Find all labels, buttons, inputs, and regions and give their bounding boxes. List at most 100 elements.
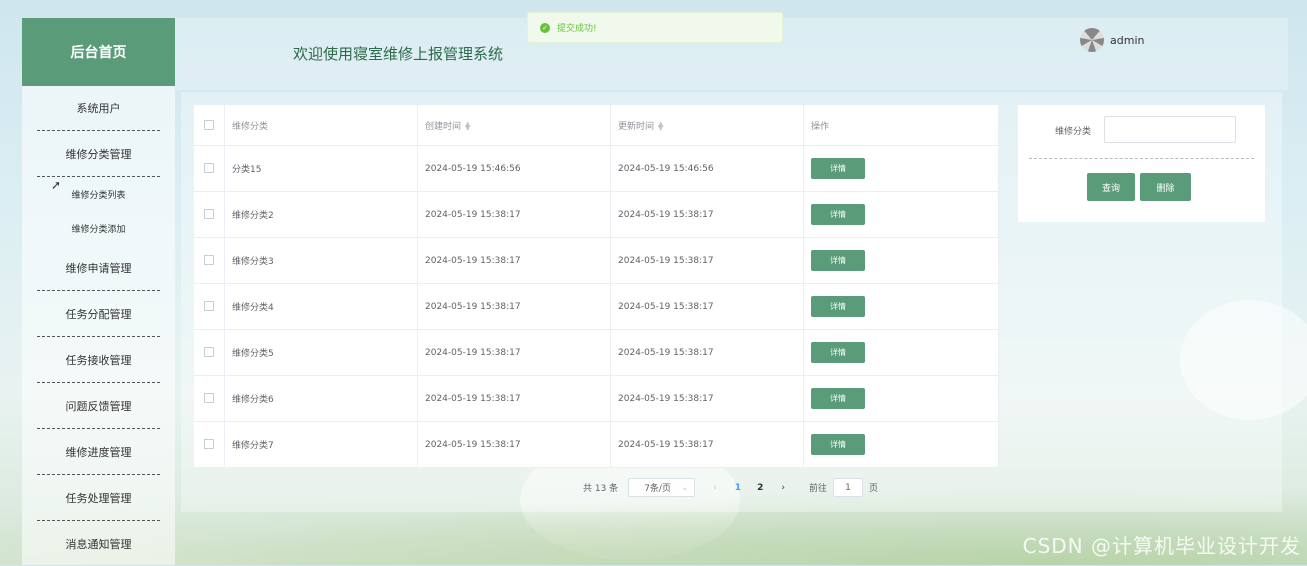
- table-header-row: 维修分类 创建时间 ▲ ▼ 更新时间 ▲ ▼ 操作: [194, 105, 999, 146]
- sidebar: 后台首页 系统用户 维修分类管理 维修分类列表 维修分类添加 维修申请管理 任务…: [22, 18, 175, 565]
- column-header-updated[interactable]: 更新时间 ▲ ▼: [610, 105, 804, 146]
- username[interactable]: admin: [1110, 34, 1144, 47]
- query-button[interactable]: 查询: [1087, 173, 1135, 201]
- cell-updated: 2024-05-19 15:38:17: [610, 375, 804, 422]
- chevron-down-icon: ⌄: [681, 483, 689, 492]
- sidebar-item-task-handle[interactable]: 任务处理管理: [37, 475, 160, 521]
- sidebar-item-task-receive[interactable]: 任务接收管理: [37, 337, 160, 383]
- select-all-checkbox[interactable]: [204, 119, 214, 130]
- cell-created: 2024-05-19 15:38:17: [417, 237, 611, 284]
- sort-icon[interactable]: ▲ ▼: [465, 121, 470, 132]
- cell-updated: 2024-05-19 15:38:17: [610, 421, 804, 468]
- category-table: 维修分类 创建时间 ▲ ▼ 更新时间 ▲ ▼ 操作 分类15 2024-05-19 15…: [194, 105, 999, 468]
- cell-action: 详情: [803, 145, 999, 192]
- row-check-cell: [194, 145, 225, 192]
- cell-created: 2024-05-19 15:38:17: [417, 421, 611, 468]
- sidebar-item-repair-category[interactable]: 维修分类管理: [37, 131, 160, 177]
- row-checkbox[interactable]: [204, 439, 214, 450]
- delete-button[interactable]: 删除: [1140, 173, 1191, 201]
- cell-category: 分类15: [224, 145, 418, 192]
- cell-created: 2024-05-19 15:38:17: [417, 191, 611, 238]
- cell-created: 2024-05-19 15:38:17: [417, 375, 611, 422]
- page-title: 欢迎使用寝室维修上报管理系统: [293, 45, 504, 63]
- mouse-cursor-icon: ➚: [51, 178, 62, 192]
- detail-button[interactable]: 详情: [811, 434, 865, 455]
- goto-page-input[interactable]: 1: [832, 478, 863, 497]
- toast-message: 提交成功!: [557, 24, 597, 34]
- cell-updated: 2024-05-19 15:38:17: [610, 283, 804, 330]
- row-checkbox[interactable]: [204, 209, 214, 220]
- next-page-icon[interactable]: ›: [781, 483, 785, 493]
- column-header-label: 更新时间: [618, 121, 655, 132]
- brand-home-link[interactable]: 后台首页: [22, 18, 175, 86]
- search-panel: 维修分类 查询 删除: [1018, 105, 1265, 222]
- goto-suffix: 页: [868, 484, 878, 494]
- sidebar-item-feedback[interactable]: 问题反馈管理: [37, 383, 160, 429]
- cell-updated: 2024-05-19 15:38:17: [610, 329, 804, 376]
- sidebar-item-notifications[interactable]: 消息通知管理: [37, 521, 160, 566]
- sidebar-item-repair-request[interactable]: 维修申请管理: [37, 245, 160, 291]
- sidebar-item-task-assign[interactable]: 任务分配管理: [37, 291, 160, 337]
- cell-created: 2024-05-19 15:46:56: [417, 145, 611, 192]
- cell-updated: 2024-05-19 15:46:56: [610, 145, 804, 192]
- row-checkbox[interactable]: [204, 393, 214, 404]
- prev-page-icon[interactable]: ‹: [713, 483, 717, 493]
- sidebar-item-system-users[interactable]: 系统用户: [37, 86, 160, 131]
- detail-button[interactable]: 详情: [811, 158, 865, 179]
- cell-category: 维修分类5: [224, 329, 418, 376]
- row-check-cell: [194, 375, 225, 422]
- table-row: 分类15 2024-05-19 15:46:56 2024-05-19 15:4…: [194, 145, 999, 192]
- row-check-cell: [194, 237, 225, 284]
- search-label: 维修分类: [1055, 127, 1092, 137]
- row-check-cell: [194, 283, 225, 330]
- avatar[interactable]: [1080, 28, 1104, 52]
- table-row: 维修分类5 2024-05-19 15:38:17 2024-05-19 15:…: [194, 329, 999, 376]
- page-number[interactable]: 2: [757, 483, 763, 493]
- column-header-label: 创建时间: [425, 121, 462, 132]
- row-checkbox[interactable]: [204, 347, 214, 358]
- detail-button[interactable]: 详情: [811, 250, 865, 271]
- cell-action: 详情: [803, 329, 999, 376]
- page-size-value: 7条/页: [644, 484, 671, 494]
- cell-created: 2024-05-19 15:38:17: [417, 329, 611, 376]
- column-header-action: 操作: [803, 105, 999, 146]
- sidebar-item-progress[interactable]: 维修进度管理: [37, 429, 160, 475]
- detail-button[interactable]: 详情: [811, 342, 865, 363]
- cell-created: 2024-05-19 15:38:17: [417, 283, 611, 330]
- column-header-category: 维修分类: [224, 105, 418, 146]
- sort-icon[interactable]: ▲ ▼: [658, 121, 663, 132]
- cell-action: 详情: [803, 237, 999, 284]
- pagination: 共 13 条 7条/页 ⌄ ‹ 1 2 › 前往 1 页: [583, 478, 878, 497]
- row-checkbox[interactable]: [204, 255, 214, 266]
- page-size-select[interactable]: 7条/页 ⌄: [628, 478, 696, 497]
- success-toast: ✓ 提交成功!: [527, 12, 783, 43]
- user-menu[interactable]: admin: [1080, 28, 1144, 52]
- row-check-cell: [194, 191, 225, 238]
- watermark: CSDN @计算机毕业设计开发: [1022, 534, 1301, 558]
- page-number[interactable]: 1: [735, 483, 741, 493]
- divider: [1029, 158, 1254, 159]
- table-row: 维修分类4 2024-05-19 15:38:17 2024-05-19 15:…: [194, 283, 999, 330]
- cell-action: 详情: [803, 375, 999, 422]
- row-check-cell: [194, 329, 225, 376]
- table-row: 维修分类7 2024-05-19 15:38:17 2024-05-19 15:…: [194, 421, 999, 468]
- row-checkbox[interactable]: [204, 301, 214, 312]
- row-check-cell: [194, 421, 225, 468]
- cell-action: 详情: [803, 421, 999, 468]
- cell-category: 维修分类6: [224, 375, 418, 422]
- cell-category: 维修分类7: [224, 421, 418, 468]
- sidebar-subitem-category-add[interactable]: 维修分类添加: [22, 211, 175, 245]
- table-row: 维修分类3 2024-05-19 15:38:17 2024-05-19 15:…: [194, 237, 999, 284]
- category-search-input[interactable]: [1104, 116, 1236, 143]
- column-header-created[interactable]: 创建时间 ▲ ▼: [417, 105, 611, 146]
- detail-button[interactable]: 详情: [811, 204, 865, 225]
- sidebar-subitem-category-list[interactable]: 维修分类列表: [22, 177, 175, 211]
- pagination-total: 共 13 条: [583, 484, 619, 494]
- goto-page-value: 1: [845, 482, 851, 493]
- cell-category: 维修分类3: [224, 237, 418, 284]
- column-header-label: 操作: [811, 121, 830, 132]
- detail-button[interactable]: 详情: [811, 388, 865, 409]
- row-checkbox[interactable]: [204, 163, 214, 174]
- sidebar-menu: 系统用户 维修分类管理 维修分类列表 维修分类添加 维修申请管理 任务分配管理 …: [22, 86, 175, 566]
- detail-button[interactable]: 详情: [811, 296, 865, 317]
